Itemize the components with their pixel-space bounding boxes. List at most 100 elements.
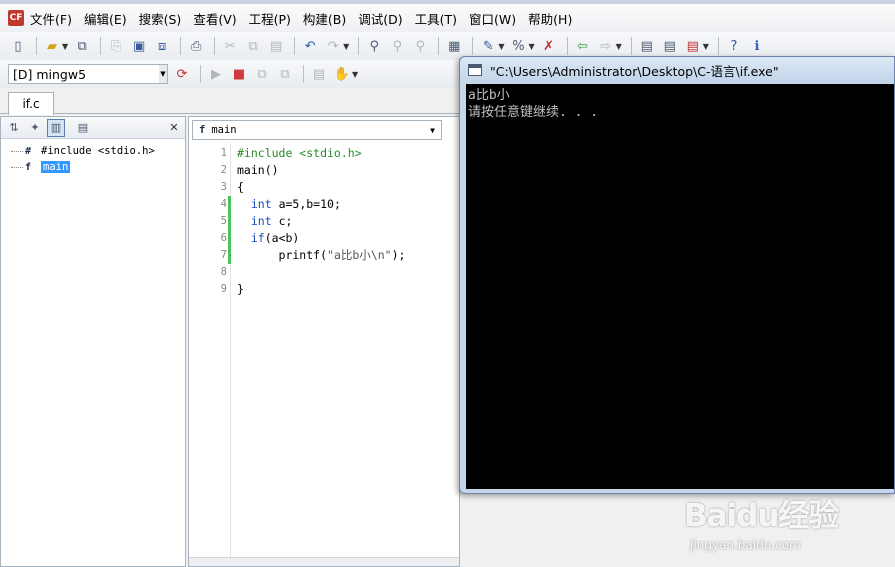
find-icon[interactable]: ⚲ <box>364 36 384 56</box>
console-output-line: a比b小 <box>468 88 510 103</box>
save-all-icon[interactable]: ⧈ <box>152 36 172 56</box>
save-icon[interactable]: ▣ <box>129 36 149 56</box>
find-prev-icon[interactable]: ⚲ <box>410 36 430 56</box>
bookmark-next-icon[interactable]: ▤ <box>660 36 680 56</box>
tree-connector <box>11 166 23 168</box>
line-number: 8 <box>220 265 227 278</box>
chevron-down-icon: ▼ <box>430 125 435 135</box>
menu-debug[interactable]: 调试(D) <box>358 9 402 28</box>
chevron-down-icon[interactable]: ▼ <box>528 42 534 51</box>
menu-build[interactable]: 构建(B) <box>303 9 346 28</box>
chevron-down-icon[interactable]: ▼ <box>62 42 68 51</box>
compile-icon[interactable]: ▦ <box>444 36 464 56</box>
chevron-down-icon[interactable]: ▼ <box>703 42 709 51</box>
line-number: 2 <box>220 163 227 176</box>
menu-project[interactable]: 工程(P) <box>249 9 291 28</box>
baidu-watermark: Baidu经验 jingyan.baidu.com <box>680 478 895 567</box>
watermark-site: jingyan.baidu.com <box>690 538 801 552</box>
undo-icon[interactable]: ↶ <box>300 36 320 56</box>
line-number: 5 <box>189 212 231 230</box>
close-file-icon[interactable]: ⎘ <box>106 36 126 56</box>
code-line: 5 int c; <box>189 212 459 230</box>
code-area[interactable]: 1 #include <stdio.h> 2 main() 3 { 4 int … <box>189 143 459 559</box>
function-select[interactable]: f main ▼ <box>192 120 442 140</box>
open-project-icon[interactable]: ⧉ <box>72 36 92 56</box>
run-icon[interactable]: ▶ <box>206 64 226 84</box>
horizontal-scrollbar[interactable] <box>189 557 459 566</box>
console-title-bar[interactable]: "C:\Users\Administrator\Desktop\C-语言\if.… <box>460 57 894 83</box>
toolbar-divider <box>472 37 474 55</box>
code-line: 3 { <box>189 178 459 195</box>
hand-icon[interactable]: ✋ <box>332 64 352 84</box>
clear-breakpoints-icon[interactable]: ✗ <box>539 36 559 56</box>
help-icon[interactable]: ? <box>724 36 744 56</box>
console-title: "C:\Users\Administrator\Desktop\C-语言\if.… <box>490 63 779 79</box>
copy-icon[interactable]: ⧉ <box>243 36 263 56</box>
sort-alpha-icon[interactable]: ⇅ <box>5 119 23 137</box>
forward-arrow-icon[interactable]: ⇨ <box>596 36 616 56</box>
cut-icon[interactable]: ✂ <box>220 36 240 56</box>
new-file-icon[interactable]: ▯ <box>8 36 28 56</box>
bookmark-icon[interactable]: ▤ <box>637 36 657 56</box>
outline-tree: # #include <stdio.h> f main <box>1 139 185 175</box>
chevron-down-icon[interactable]: ▼ <box>498 42 504 51</box>
menu-search[interactable]: 搜索(S) <box>139 9 182 28</box>
toolbar-divider <box>717 37 719 55</box>
line-number: 4 <box>189 195 231 213</box>
code-editor: f main ▼ 1 #include <stdio.h> 2 main() 3… <box>188 116 460 567</box>
print-icon[interactable]: ⎙ <box>186 36 206 56</box>
chevron-down-icon: ▼ <box>159 65 167 83</box>
preprocessor-icon: # <box>25 145 32 157</box>
chevron-down-icon[interactable]: ▼ <box>343 42 349 51</box>
compiler-select[interactable]: [D] mingw5 ▼ <box>8 64 168 84</box>
tab-if-c[interactable]: if.c <box>8 92 54 115</box>
tree-item-label: main <box>41 161 71 173</box>
stop-icon[interactable]: ■ <box>229 64 249 84</box>
line-number: 7 <box>189 246 231 264</box>
code-text: if(a<b) <box>250 230 300 245</box>
file-tab-strip: if.c <box>0 88 460 115</box>
outline-view-icon[interactable]: ▥ <box>47 118 65 137</box>
tree-item-include[interactable]: # #include <stdio.h> <box>11 143 185 159</box>
toolbar-divider <box>36 37 37 55</box>
open-folder-icon[interactable]: ▰ <box>42 36 62 56</box>
step-icon[interactable]: ⧉ <box>252 64 272 84</box>
percent-icon[interactable]: % <box>508 36 528 56</box>
menu-edit[interactable]: 编辑(E) <box>84 9 127 28</box>
code-line: 8 <box>189 263 459 280</box>
toolbar-divider <box>180 37 182 55</box>
chevron-down-icon[interactable]: ▼ <box>616 42 622 51</box>
menu-view[interactable]: 查看(V) <box>193 9 236 28</box>
tree-item-main[interactable]: f main <box>11 159 185 175</box>
paste-icon[interactable]: ▤ <box>266 36 286 56</box>
console-output[interactable]: a比b小 请按任意键继续. . . <box>466 84 894 489</box>
outline-options-icon[interactable]: ▤ <box>74 119 92 137</box>
toolbar-divider <box>214 37 216 55</box>
console-window-icon <box>468 64 482 76</box>
find-next-icon[interactable]: ⚲ <box>387 36 407 56</box>
compiler-select-value: [D] mingw5 <box>13 66 87 82</box>
build-icon[interactable]: ✎ <box>478 36 498 56</box>
refresh-compiler-icon[interactable]: ⟳ <box>172 64 192 84</box>
menu-window[interactable]: 窗口(W) <box>469 9 516 28</box>
menu-help[interactable]: 帮助(H) <box>528 9 572 28</box>
debug-window-icon[interactable]: ▤ <box>309 64 329 84</box>
info-icon[interactable]: ℹ <box>747 36 767 56</box>
code-line: 7 printf("a比b小\n"); <box>189 246 459 264</box>
redo-icon[interactable]: ↷ <box>323 36 343 56</box>
back-arrow-icon[interactable]: ⇦ <box>573 36 593 56</box>
code-text: int a=5,b=10; <box>250 196 341 211</box>
step-over-icon[interactable]: ⧉ <box>275 64 295 84</box>
line-number: 3 <box>220 180 227 193</box>
chevron-down-icon[interactable]: ▼ <box>352 70 358 79</box>
close-icon[interactable]: ✕ <box>167 120 181 134</box>
code-text: printf("a比b小\n"); <box>237 247 406 262</box>
toolbar-divider <box>294 37 296 55</box>
bookmark-clear-icon[interactable]: ▤ <box>683 36 703 56</box>
code-line: 9 } <box>189 280 459 297</box>
menu-file[interactable]: 文件(F) <box>30 9 72 28</box>
code-line: 1 #include <stdio.h> <box>189 144 459 161</box>
filter-icon[interactable]: ✦ <box>26 119 44 137</box>
line-number: 9 <box>220 282 227 295</box>
menu-tools[interactable]: 工具(T) <box>415 9 457 28</box>
